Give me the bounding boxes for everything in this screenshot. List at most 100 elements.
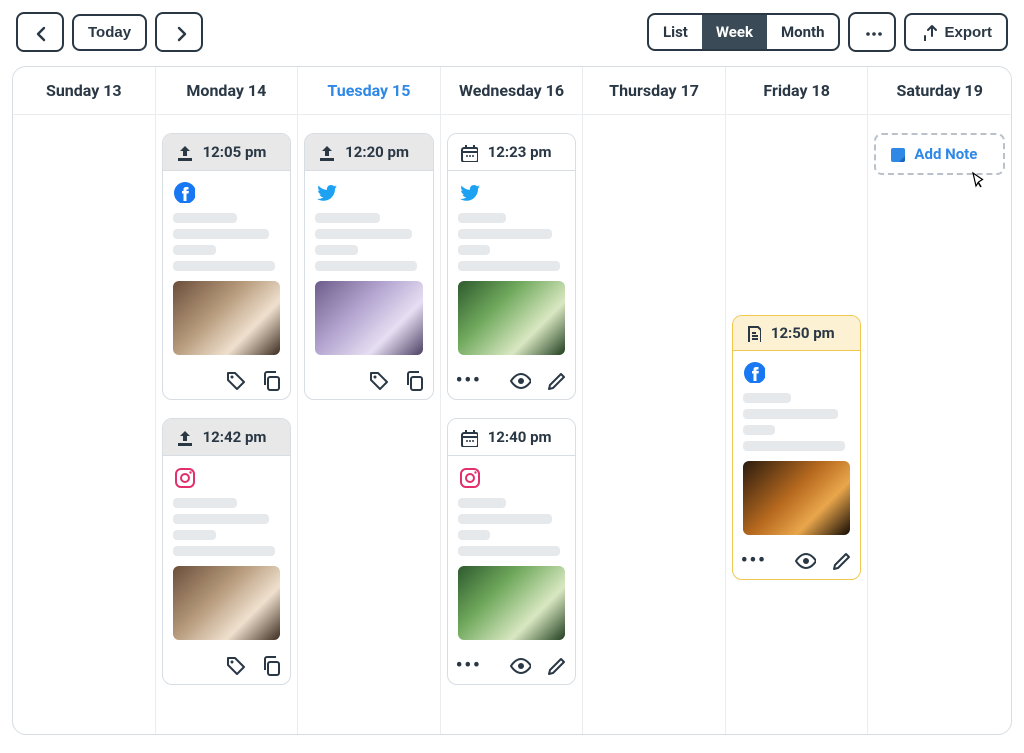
note-icon xyxy=(743,324,761,342)
post-time: 12:50 pm xyxy=(771,324,835,342)
placeholder-text xyxy=(173,498,281,556)
card-header: 12:23 pm xyxy=(448,134,576,171)
export-icon xyxy=(920,23,938,41)
post-thumbnail xyxy=(458,281,566,355)
note-card[interactable]: 12:50 pm ••• xyxy=(732,315,862,580)
day-column-wednesday: 12:23 pm ••• 12:40 p xyxy=(441,115,584,734)
post-card[interactable]: 12:23 pm ••• xyxy=(447,133,577,400)
day-header[interactable]: Sunday 13 xyxy=(13,67,156,114)
post-card[interactable]: 12:20 pm xyxy=(304,133,434,400)
card-body xyxy=(448,456,576,648)
more-icon[interactable]: ••• xyxy=(456,655,482,676)
post-thumbnail xyxy=(173,281,281,355)
card-header: 12:20 pm xyxy=(305,134,433,171)
day-column-sunday xyxy=(13,115,156,734)
edit-icon[interactable] xyxy=(830,549,852,571)
calendar-header: Sunday 13 Monday 14 Tuesday 15 Wednesday… xyxy=(13,67,1011,114)
view-segmented-control: List Week Month xyxy=(647,13,840,51)
calendar-icon xyxy=(458,427,478,447)
card-actions xyxy=(163,648,291,684)
day-column-thursday xyxy=(583,115,726,734)
post-thumbnail xyxy=(173,566,281,640)
add-note-label: Add Note xyxy=(914,145,977,163)
copy-icon[interactable] xyxy=(260,654,282,676)
card-actions: ••• xyxy=(733,543,861,579)
day-header[interactable]: Monday 14 xyxy=(156,67,299,114)
card-actions: ••• xyxy=(448,648,576,684)
arrow-left-icon xyxy=(30,22,50,42)
export-button[interactable]: Export xyxy=(904,13,1008,51)
day-header[interactable]: Thursday 17 xyxy=(583,67,726,114)
post-time: 12:40 pm xyxy=(488,428,552,446)
today-button[interactable]: Today xyxy=(72,14,147,51)
toolbar-left: Today xyxy=(16,12,203,52)
view-week[interactable]: Week xyxy=(702,15,767,49)
post-thumbnail xyxy=(743,461,851,535)
post-thumbnail xyxy=(315,281,423,355)
card-body xyxy=(305,171,433,363)
facebook-icon xyxy=(173,181,195,203)
calendar: Sunday 13 Monday 14 Tuesday 15 Wednesday… xyxy=(12,66,1012,735)
day-header-active[interactable]: Tuesday 15 xyxy=(298,67,441,114)
day-header[interactable]: Wednesday 16 xyxy=(441,67,584,114)
edit-icon[interactable] xyxy=(545,654,567,676)
day-header[interactable]: Saturday 19 xyxy=(868,67,1011,114)
card-body xyxy=(733,351,861,543)
view-month[interactable]: Month xyxy=(767,15,838,49)
card-body xyxy=(163,171,291,363)
facebook-icon xyxy=(743,361,765,383)
more-icon[interactable]: ••• xyxy=(741,550,767,571)
card-actions: ••• xyxy=(448,363,576,399)
add-note-button[interactable]: Add Note xyxy=(874,133,1005,175)
export-label: Export xyxy=(944,24,992,41)
card-header: 12:50 pm xyxy=(733,316,861,351)
next-button[interactable] xyxy=(155,12,203,52)
edit-icon[interactable] xyxy=(545,369,567,391)
day-header[interactable]: Friday 18 xyxy=(726,67,869,114)
tag-icon[interactable] xyxy=(367,369,389,391)
card-header: 12:42 pm xyxy=(163,419,291,456)
view-list[interactable]: List xyxy=(649,15,702,49)
cursor-icon xyxy=(969,171,987,193)
sticky-note-icon xyxy=(888,145,906,163)
more-button[interactable] xyxy=(848,12,896,52)
upload-icon xyxy=(173,427,193,447)
tag-icon[interactable] xyxy=(224,369,246,391)
post-time: 12:23 pm xyxy=(488,143,552,161)
eye-icon[interactable] xyxy=(509,654,531,676)
arrow-right-icon xyxy=(169,22,189,42)
card-body xyxy=(448,171,576,363)
card-header: 12:40 pm xyxy=(448,419,576,456)
more-icon[interactable]: ••• xyxy=(456,370,482,391)
card-body xyxy=(163,456,291,648)
post-time: 12:05 pm xyxy=(203,143,267,161)
placeholder-text xyxy=(173,213,281,271)
day-column-friday: 12:50 pm ••• xyxy=(726,115,869,734)
placeholder-text xyxy=(458,213,566,271)
placeholder-text xyxy=(743,393,851,451)
copy-icon[interactable] xyxy=(403,369,425,391)
post-card[interactable]: 12:40 pm ••• xyxy=(447,418,577,685)
post-time: 12:20 pm xyxy=(345,143,409,161)
post-card[interactable]: 12:05 pm xyxy=(162,133,292,400)
card-header: 12:05 pm xyxy=(163,134,291,171)
eye-icon[interactable] xyxy=(794,549,816,571)
card-actions xyxy=(305,363,433,399)
upload-icon xyxy=(315,142,335,162)
post-card[interactable]: 12:42 pm xyxy=(162,418,292,685)
prev-button[interactable] xyxy=(16,12,64,52)
calendar-icon xyxy=(458,142,478,162)
more-icon xyxy=(862,22,882,42)
day-column-tuesday: 12:20 pm xyxy=(298,115,441,734)
card-actions xyxy=(163,363,291,399)
toolbar-right: List Week Month Export xyxy=(647,12,1008,52)
tag-icon[interactable] xyxy=(224,654,246,676)
copy-icon[interactable] xyxy=(260,369,282,391)
eye-icon[interactable] xyxy=(509,369,531,391)
twitter-icon xyxy=(315,181,337,203)
calendar-body: 12:05 pm 12:42 pm xyxy=(13,114,1011,734)
instagram-icon xyxy=(458,466,480,488)
twitter-icon xyxy=(458,181,480,203)
placeholder-text xyxy=(315,213,423,271)
instagram-icon xyxy=(173,466,195,488)
